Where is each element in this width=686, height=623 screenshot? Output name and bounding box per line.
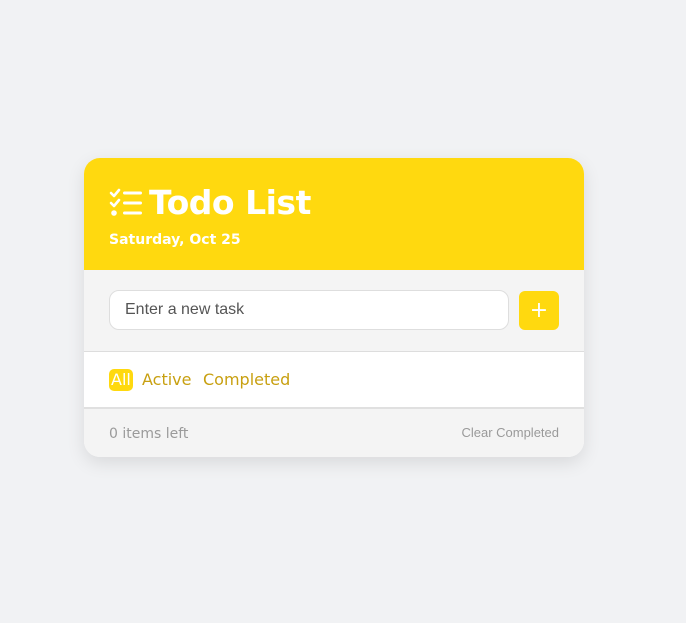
todo-card: Todo List Saturday, Oct 25 + All Active … — [84, 158, 584, 457]
items-left-count: 0 items left — [109, 426, 189, 442]
filter-bar: All Active Completed — [84, 352, 584, 409]
title-row: Todo List — [109, 184, 311, 222]
new-task-input[interactable] — [109, 290, 509, 330]
checklist-icon — [109, 188, 142, 216]
clear-completed-button[interactable]: Clear Completed — [461, 425, 559, 440]
add-task-button[interactable]: + — [519, 291, 559, 330]
new-task-section: + — [84, 270, 584, 352]
filter-active[interactable]: Active — [142, 369, 192, 391]
filter-completed[interactable]: Completed — [203, 369, 290, 391]
todo-footer: 0 items left Clear Completed — [84, 409, 584, 457]
current-date: Saturday, Oct 25 — [109, 232, 241, 248]
app-title: Todo List — [149, 183, 311, 222]
filter-all[interactable]: All — [109, 369, 133, 391]
todo-header: Todo List Saturday, Oct 25 — [84, 158, 584, 270]
